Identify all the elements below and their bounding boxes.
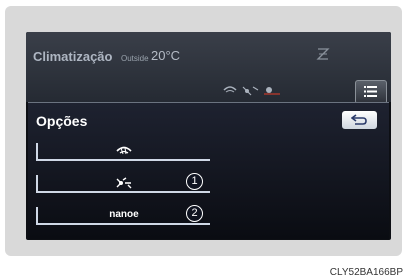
option-fan-button[interactable]: 1 xyxy=(36,173,210,193)
image-code: CLY52BA166BP xyxy=(329,267,403,278)
outside-label: Outside xyxy=(121,54,149,63)
callout-badge-1: 1 xyxy=(186,173,203,190)
callout-badge-2: 2 xyxy=(186,205,203,222)
option-nanoe-button[interactable]: nanoe 2 xyxy=(36,205,210,225)
options-title: Opções xyxy=(36,113,88,129)
option-nanoe-label: nanoe xyxy=(109,209,139,220)
back-arrow-icon xyxy=(351,114,367,125)
display-bezel: Climatização Outside 20°C Opções 1 nanoe… xyxy=(5,6,402,256)
defog-icon xyxy=(223,86,237,93)
screen-title: Climatização xyxy=(33,49,113,64)
climate-screen: Climatização Outside 20°C Opções 1 nanoe… xyxy=(26,32,391,240)
status-bar: Climatização Outside 20°C xyxy=(26,32,391,104)
option-defog-button[interactable] xyxy=(36,143,210,161)
fan-icon xyxy=(242,86,259,96)
outside-temperature: 20°C xyxy=(151,48,181,63)
fan-icon xyxy=(116,177,132,189)
options-panel: Opções 1 nanoe 2 xyxy=(28,102,389,239)
defog-icon xyxy=(116,146,132,155)
ac-off-icon xyxy=(316,48,330,60)
back-button[interactable] xyxy=(342,111,377,129)
recirculation-icon xyxy=(264,87,280,95)
list-icon xyxy=(364,86,377,97)
menu-button[interactable] xyxy=(355,80,387,104)
mode-icons xyxy=(223,86,280,96)
